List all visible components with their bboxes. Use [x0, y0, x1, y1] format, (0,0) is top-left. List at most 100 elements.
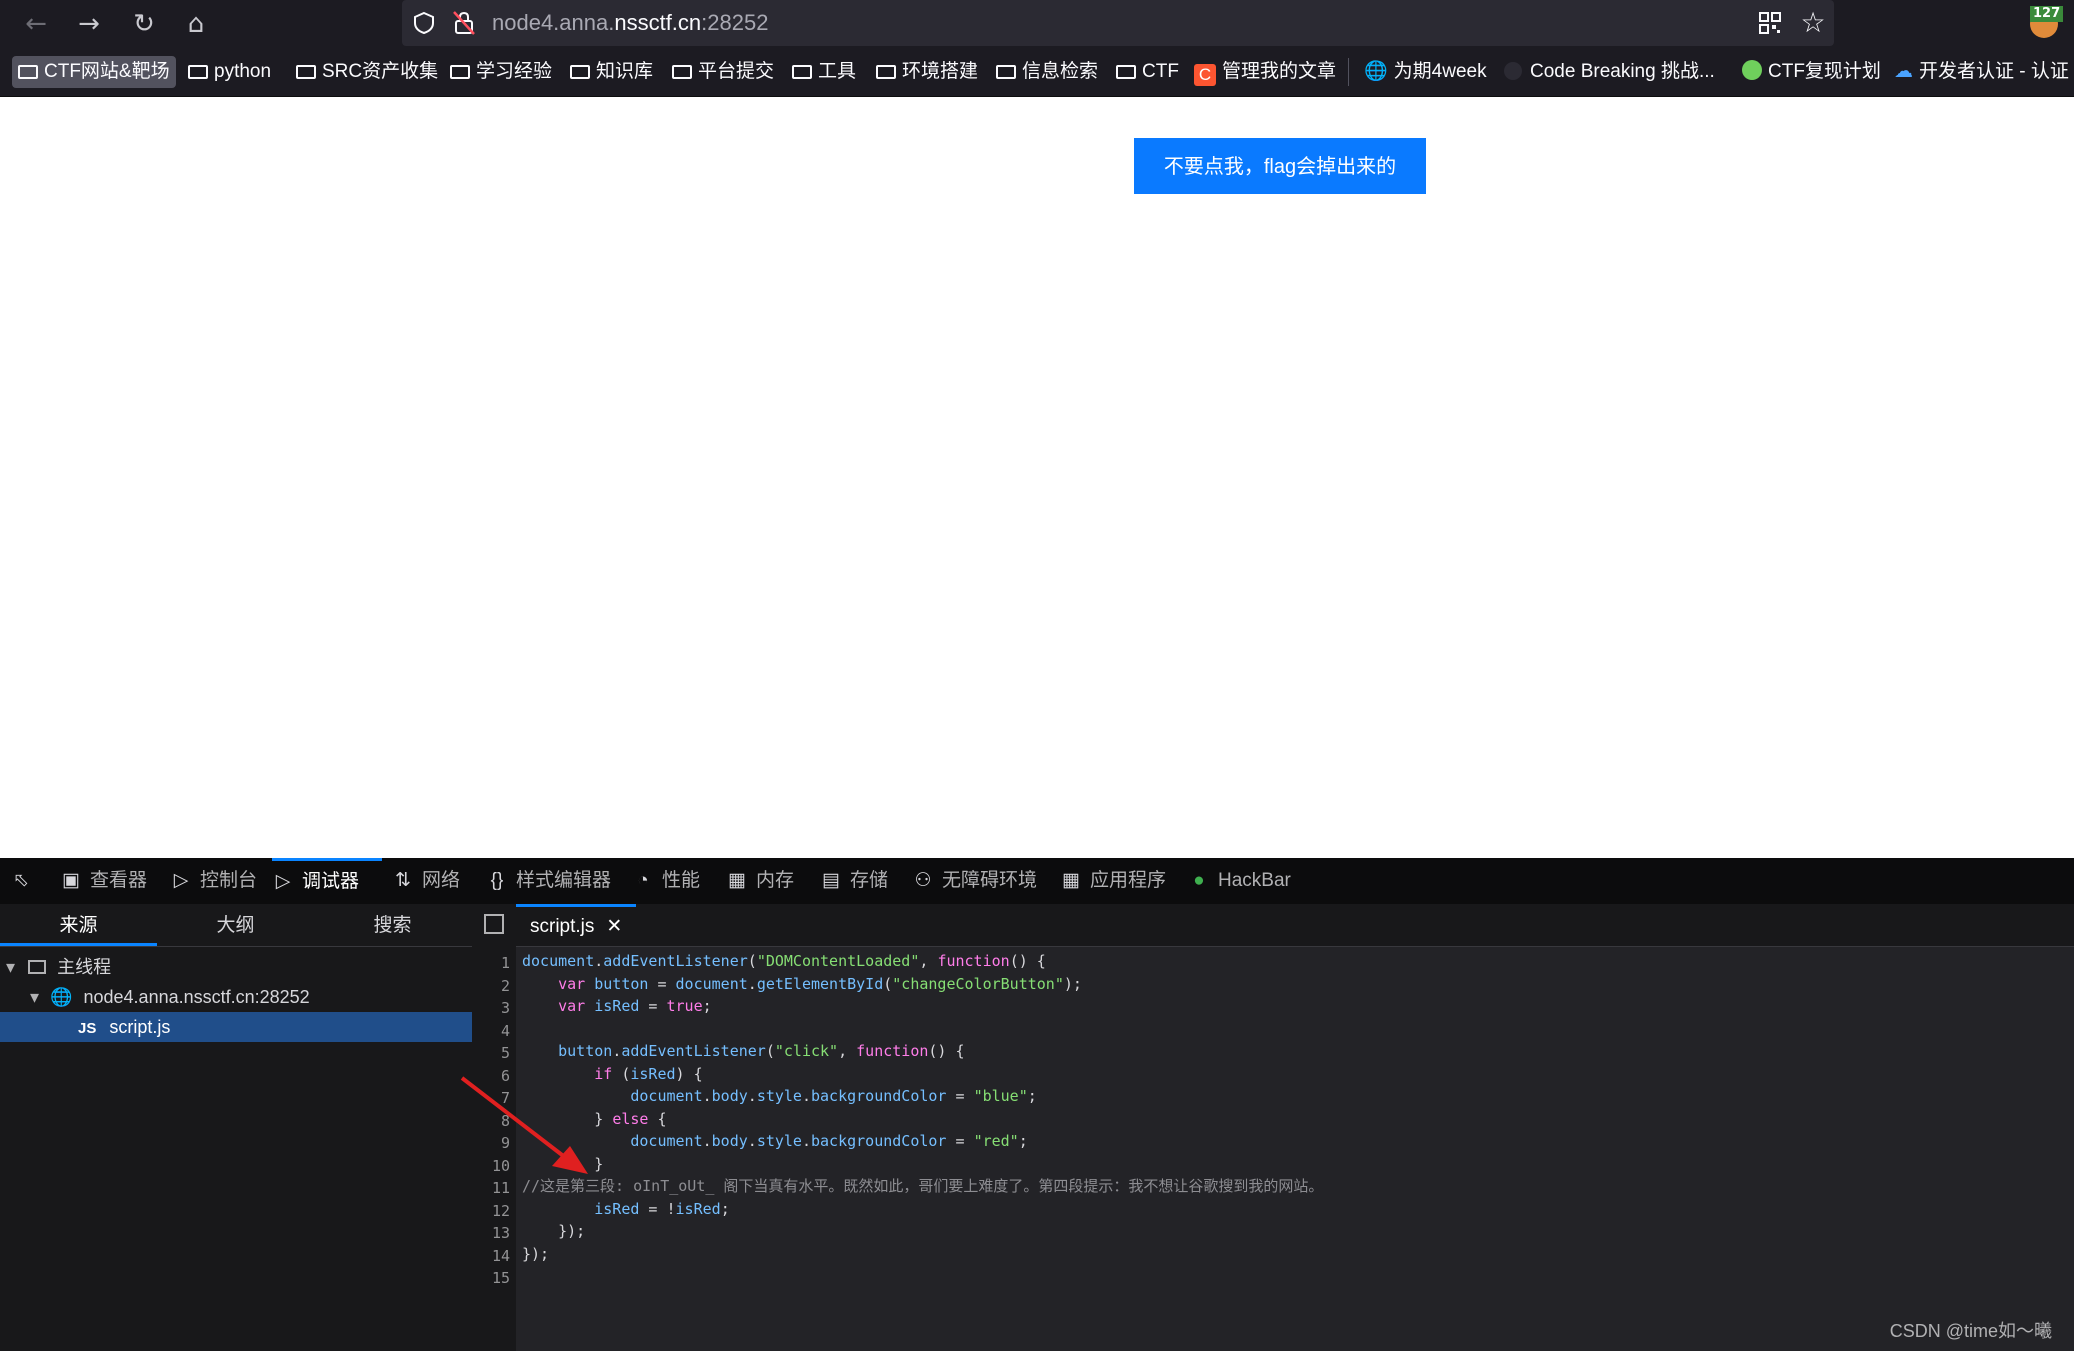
- code-line[interactable]: document.body.style.backgroundColor = "r…: [522, 1130, 1027, 1152]
- folder-icon: [876, 65, 896, 79]
- code-line[interactable]: button.addEventListener("click", functio…: [522, 1040, 964, 1062]
- tab-application[interactable]: ▦ 应用程序: [1060, 858, 1166, 904]
- qr-code-icon[interactable]: [1758, 11, 1782, 35]
- insecure-lock-icon[interactable]: [452, 10, 476, 36]
- code-line[interactable]: });: [522, 1243, 549, 1265]
- line-number[interactable]: 4: [470, 1022, 510, 1040]
- extension-icon[interactable]: 127: [2028, 6, 2064, 40]
- code-line[interactable]: document.body.style.backgroundColor = "b…: [522, 1085, 1036, 1107]
- code-line[interactable]: if (isRed) {: [522, 1063, 702, 1085]
- bookmark-star-icon[interactable]: ☆: [1798, 4, 1828, 42]
- bookmark-folder[interactable]: 平台提交: [672, 56, 774, 88]
- bookmark-link[interactable]: 🌐 为期4week: [1364, 56, 1487, 88]
- tree-thread[interactable]: ▾ 主线程: [0, 952, 472, 982]
- bookmark-folder[interactable]: 信息检索: [996, 56, 1098, 88]
- element-picker-icon[interactable]: ⬁: [10, 858, 40, 904]
- line-number[interactable]: 7: [470, 1089, 510, 1107]
- tab-accessibility[interactable]: ⚇ 无障碍环境: [912, 858, 1037, 904]
- line-number[interactable]: 14: [470, 1247, 510, 1265]
- tab-network[interactable]: ⇅ 网络: [392, 858, 460, 904]
- bookmark-folder[interactable]: 环境搭建: [876, 56, 978, 88]
- browser-toolbar: ← → ↻ ⌂ node4.anna.nssctf.cn:28252 ☆ 127: [0, 0, 2074, 48]
- bookmark-folder[interactable]: 学习经验: [450, 56, 552, 88]
- close-icon[interactable]: ✕: [606, 916, 622, 937]
- sources-pane: 来源 大纲 搜索 ▾ 主线程 ▾ 🌐 node4.anna.nssctf.cn:…: [0, 904, 473, 1351]
- tab-style-editor[interactable]: {} 样式编辑器: [486, 858, 611, 904]
- code-editor: script.js ✕ 1 2 3 4 5 6 7 8 9 10 11 12 13 14 15 documen…: [472, 904, 2074, 1351]
- code-line[interactable]: });: [522, 1220, 585, 1242]
- bookmark-folder[interactable]: CTF: [1116, 56, 1179, 88]
- storage-icon: ▤: [822, 870, 840, 891]
- code-line[interactable]: }: [522, 1153, 603, 1175]
- line-number[interactable]: 5: [470, 1044, 510, 1062]
- code-line[interactable]: var isRed = true;: [522, 995, 712, 1017]
- code-line[interactable]: isRed = !isRed;: [522, 1198, 729, 1220]
- toggle-sidebar-icon[interactable]: [484, 914, 504, 934]
- line-number[interactable]: 1: [470, 954, 510, 972]
- line-number[interactable]: 13: [470, 1224, 510, 1242]
- bookmark-link[interactable]: C 管理我的文章: [1194, 56, 1336, 88]
- line-number[interactable]: 15: [470, 1269, 510, 1287]
- editor-tab-script[interactable]: script.js ✕: [516, 904, 637, 946]
- tab-storage[interactable]: ▤ 存储: [820, 858, 888, 904]
- globe-icon: 🌐: [1364, 61, 1388, 82]
- line-number[interactable]: 12: [470, 1202, 510, 1220]
- tab-search[interactable]: 搜索: [314, 904, 471, 946]
- tab-debugger[interactable]: ▷ 调试器: [272, 858, 382, 904]
- extension-badge: 127: [2030, 6, 2064, 22]
- tab-console[interactable]: ▷ 控制台: [170, 858, 257, 904]
- change-color-button[interactable]: 不要点我，flag会掉出来的: [1134, 138, 1426, 194]
- line-number[interactable]: 3: [470, 999, 510, 1017]
- tab-hackbar[interactable]: ● HackBar: [1188, 858, 1291, 904]
- green-circle-icon: [1742, 60, 1762, 80]
- folder-icon: [792, 65, 812, 79]
- grid-icon: ▦: [1062, 870, 1080, 891]
- tab-memory[interactable]: ▦ 内存: [726, 858, 794, 904]
- csdn-c-icon: C: [1194, 64, 1216, 86]
- expand-arrow-icon: ▾: [6, 957, 16, 977]
- line-number[interactable]: 10: [470, 1157, 510, 1175]
- bookmark-folder[interactable]: CTF网站&靶场: [12, 56, 176, 88]
- line-number[interactable]: 8: [470, 1112, 510, 1130]
- line-number[interactable]: 2: [470, 977, 510, 995]
- gauge-icon: ◔: [637, 870, 649, 891]
- bookmark-link[interactable]: ☁ 开发者认证 - 认证: [1894, 56, 2069, 88]
- back-icon[interactable]: ←: [20, 8, 52, 40]
- shield-icon[interactable]: [412, 11, 436, 35]
- expand-arrow-icon: ▾: [30, 987, 40, 1007]
- tab-sources[interactable]: 来源: [0, 904, 157, 946]
- bookmark-link[interactable]: Code Breaking 挑战...: [1504, 56, 1715, 88]
- code-line[interactable]: var button = document.getElementById("ch…: [522, 973, 1082, 995]
- tab-outline[interactable]: 大纲: [157, 904, 314, 946]
- hackbar-icon: ●: [1193, 870, 1205, 891]
- url-text: node4.anna.nssctf.cn:28252: [492, 10, 769, 35]
- code-line[interactable]: document.addEventListener("DOMContentLoa…: [522, 950, 1046, 972]
- forward-icon[interactable]: →: [73, 8, 105, 40]
- bookmark-folder[interactable]: 知识库: [570, 56, 653, 88]
- line-number[interactable]: 9: [470, 1134, 510, 1152]
- devtools-panel: ⬁ ▣ 查看器 ▷ 控制台 ▷ 调试器 ⇅ 网络 {} 样式编辑器 ◔ 性能 ▦ 内存 ▤ 存储…: [0, 858, 2074, 1351]
- bookmark-separator: [1348, 58, 1349, 86]
- folder-icon: [188, 65, 208, 79]
- line-number[interactable]: 6: [470, 1067, 510, 1085]
- console-icon: ▷: [173, 870, 189, 891]
- line-number[interactable]: 11: [470, 1179, 510, 1197]
- tree-host[interactable]: ▾ 🌐 node4.anna.nssctf.cn:28252: [0, 982, 472, 1012]
- home-icon[interactable]: ⌂: [180, 8, 212, 40]
- bookmark-folder[interactable]: SRC资产收集: [296, 56, 438, 88]
- sources-tabs: 来源 大纲 搜索: [0, 904, 472, 947]
- reload-icon[interactable]: ↻: [128, 8, 160, 40]
- folder-icon: [18, 65, 38, 79]
- code-line[interactable]: //这是第三段: oInT_oUt_ 阁下当真有水平。既然如此，哥们要上难度了。…: [522, 1175, 1323, 1197]
- bookmark-folder[interactable]: 工具: [792, 56, 856, 88]
- tab-performance[interactable]: ◔ 性能: [632, 858, 700, 904]
- bookmark-folder[interactable]: python: [188, 56, 271, 88]
- url-bar[interactable]: node4.anna.nssctf.cn:28252 ☆: [402, 0, 1834, 46]
- editor-tabs: script.js ✕: [472, 904, 2074, 947]
- tab-inspector[interactable]: ▣ 查看器: [60, 858, 147, 904]
- folder-icon: [1116, 65, 1136, 79]
- tree-file-selected[interactable]: JS script.js: [0, 1012, 472, 1042]
- folder-icon: [996, 65, 1016, 79]
- code-line[interactable]: } else {: [522, 1108, 666, 1130]
- bookmark-link[interactable]: CTF复现计划: [1742, 56, 1881, 88]
